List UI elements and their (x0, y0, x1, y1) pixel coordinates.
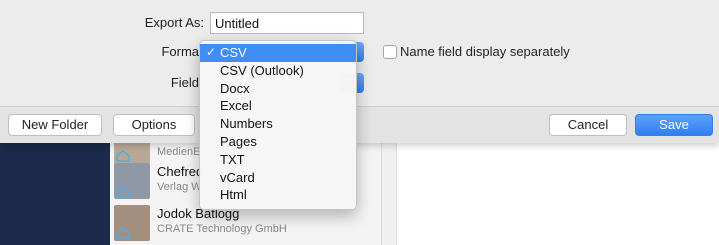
menu-item-label: Excel (220, 98, 252, 114)
contact-detail-pane (396, 143, 719, 245)
name-field-checkbox-label: Name field display separately (400, 44, 570, 59)
menu-item-numbers[interactable]: Numbers (200, 115, 356, 133)
menu-item-label: vCard (220, 169, 255, 185)
list-divider (382, 143, 396, 245)
contact-org: CRATE Technology GmbH (157, 223, 287, 235)
contact-thumbnail (114, 163, 150, 199)
menu-item-label: Numbers (220, 116, 273, 132)
export-as-label: Export As: (144, 15, 204, 30)
menu-item-docx[interactable]: Docx (200, 80, 356, 98)
save-button[interactable]: Save (635, 114, 713, 136)
options-button[interactable]: Options (113, 114, 195, 136)
menu-item-pages[interactable]: Pages (200, 133, 356, 151)
app-sidebar (0, 143, 110, 245)
menu-item-excel[interactable]: Excel (200, 97, 356, 115)
cancel-button[interactable]: Cancel (549, 114, 627, 136)
contact-name: Chefred (157, 164, 204, 179)
menu-item-label: CSV (Outlook) (220, 62, 304, 78)
new-folder-button[interactable]: New Folder (8, 114, 102, 136)
contact-org: Verlag W (157, 181, 202, 193)
menu-item-csv[interactable]: ✓ CSV (200, 44, 356, 62)
house-icon (116, 227, 130, 239)
menu-item-vcard[interactable]: vCard (200, 169, 356, 187)
menu-item-txt[interactable]: TXT (200, 151, 356, 169)
format-label: Forma (161, 44, 199, 59)
house-icon (116, 185, 130, 197)
fields-label: Field (170, 75, 199, 90)
menu-item-label: CSV (220, 45, 247, 60)
menu-item-label: TXT (220, 151, 245, 167)
export-sheet: Export As: Forma Name field display sepa… (0, 0, 719, 143)
contact-thumbnail (114, 205, 150, 241)
name-field-checkbox[interactable] (383, 45, 397, 59)
menu-item-html[interactable]: Html (200, 186, 356, 204)
export-form: Export As: Forma Name field display sepa… (0, 0, 719, 106)
menu-item-label: Html (220, 187, 247, 203)
menu-item-csv-outlook[interactable]: CSV (Outlook) (200, 62, 356, 80)
menu-item-label: Docx (220, 80, 250, 96)
contact-org: MedienE (157, 146, 201, 158)
menu-item-label: Pages (220, 133, 257, 149)
checkmark-icon: ✓ (206, 45, 217, 59)
format-dropdown-menu: ✓ CSV CSV (Outlook) Docx Excel Numbers P… (199, 40, 357, 210)
filename-input[interactable] (210, 12, 364, 34)
